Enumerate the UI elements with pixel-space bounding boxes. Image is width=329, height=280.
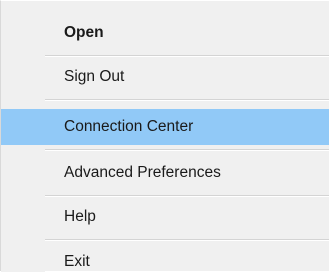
- menu-item-label: Open: [64, 24, 104, 41]
- menu-separator: [45, 55, 329, 57]
- context-menu: Open Sign Out Connection Center Advanced…: [0, 0, 329, 272]
- menu-separator: [45, 149, 329, 151]
- menu-item-exit[interactable]: Exit: [1, 244, 329, 280]
- menu-separator: [45, 195, 329, 197]
- menu-item-sign-out[interactable]: Sign Out: [1, 59, 329, 95]
- menu-item-label: Sign Out: [64, 68, 125, 85]
- menu-item-open[interactable]: Open: [1, 15, 329, 51]
- menu-item-label: Exit: [64, 253, 90, 270]
- menu-separator: [45, 239, 329, 241]
- menu-separator: [45, 99, 329, 101]
- menu-item-label: Advanced Preferences: [64, 164, 221, 181]
- menu-item-connection-center[interactable]: Connection Center: [1, 109, 329, 145]
- menu-item-advanced-preferences[interactable]: Advanced Preferences: [1, 155, 329, 191]
- menu-item-label: Help: [64, 208, 96, 225]
- menu-item-label: Connection Center: [64, 118, 194, 135]
- menu-item-help[interactable]: Help: [1, 199, 329, 235]
